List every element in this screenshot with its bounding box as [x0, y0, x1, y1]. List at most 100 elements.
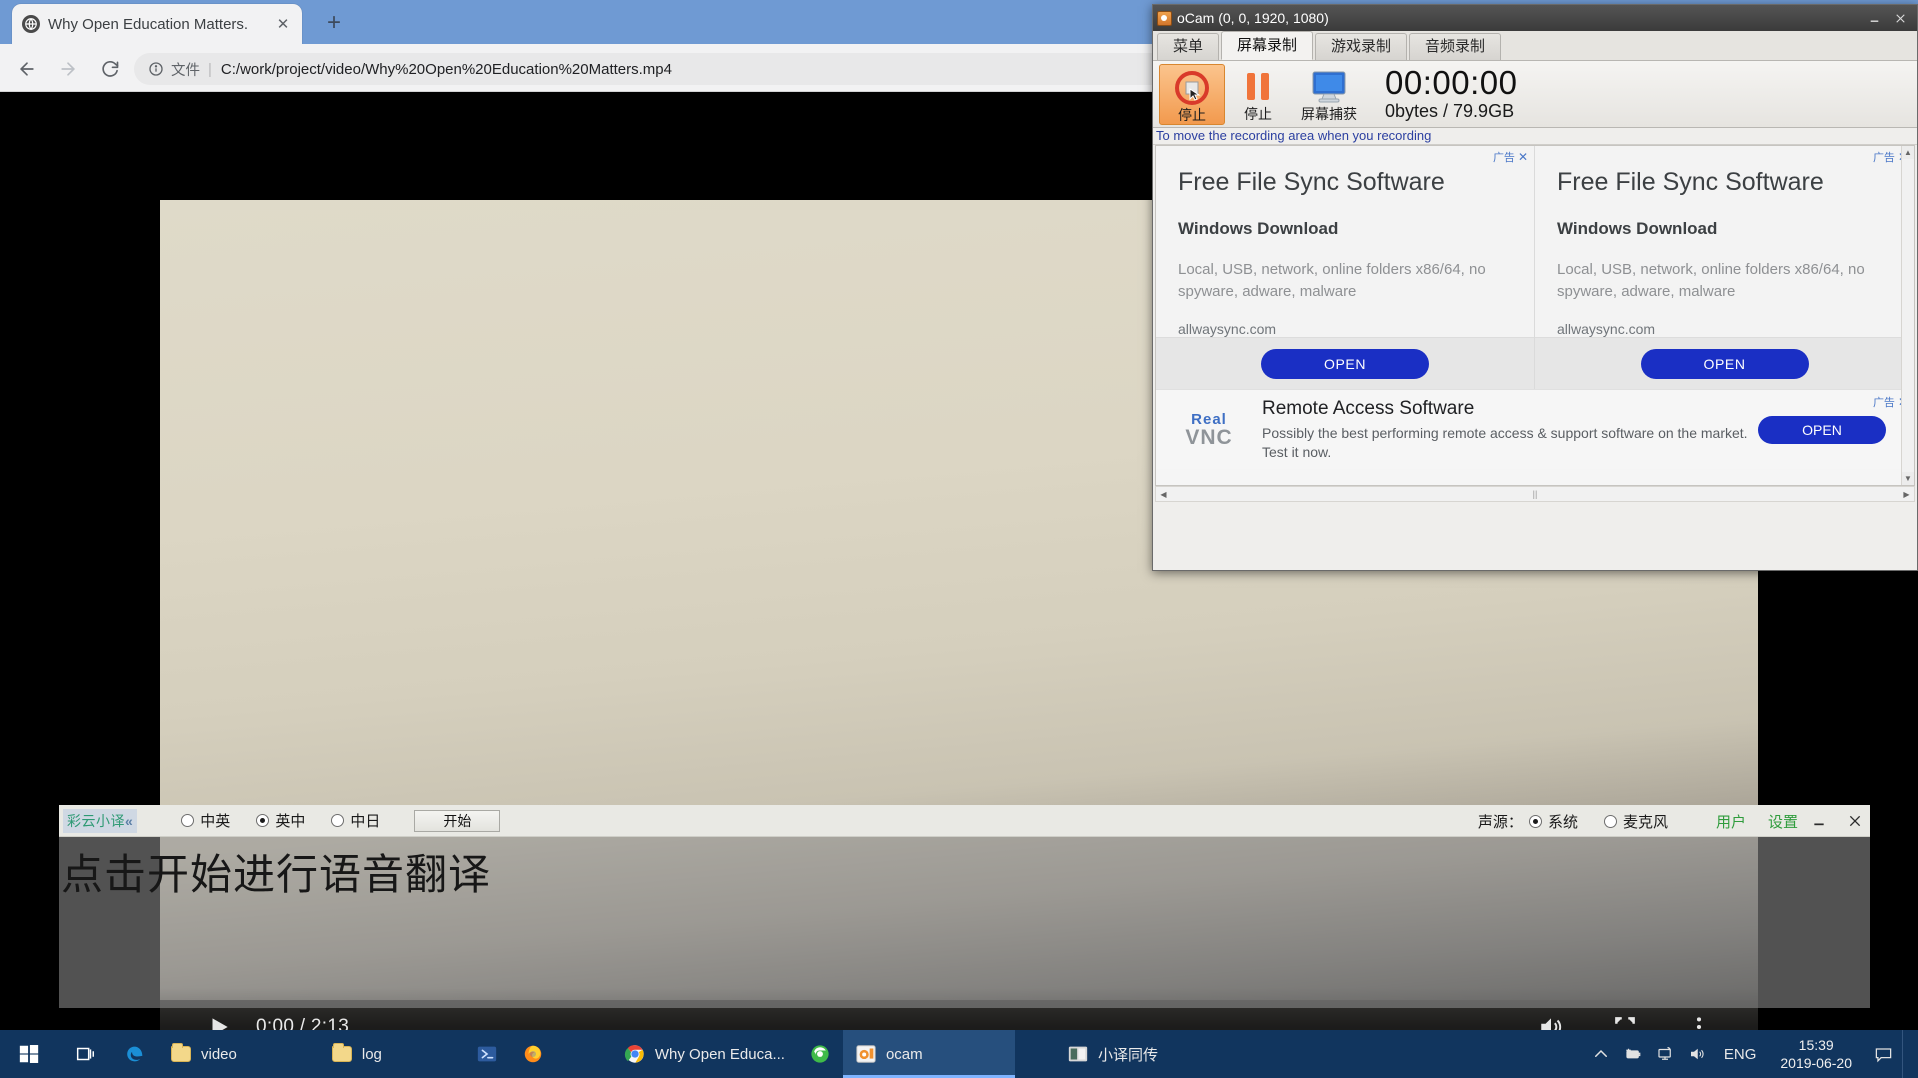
url-text: C:/work/project/video/Why%20Open%20Educa…	[220, 60, 672, 78]
notification-icon[interactable]	[1866, 1030, 1900, 1078]
radio-icon[interactable]	[181, 814, 195, 827]
network-icon[interactable]	[1650, 1030, 1680, 1078]
ad-description: Local, USB, network, online folders x86/…	[1557, 261, 1865, 300]
taskbar-item-log[interactable]: log	[319, 1030, 394, 1078]
ad-card[interactable]: 广告 ✕ Free File Sync Software Windows Dow…	[1156, 146, 1535, 389]
pause-label: 停止	[1244, 105, 1272, 122]
browser-tab[interactable]: Why Open Education Matters. ✕	[12, 4, 302, 44]
screen-capture-label: 屏幕捕获	[1301, 105, 1357, 122]
taskbar-item-firefox[interactable]	[510, 1030, 556, 1078]
ad-horizontal-scrollbar[interactable]: ◀ || ▶	[1155, 486, 1915, 502]
taskbar-item-label: Why Open Educa...	[654, 1045, 785, 1063]
taskbar-item-chrome[interactable]: Why Open Educa...	[612, 1030, 797, 1078]
ocam-app-icon	[1157, 10, 1172, 26]
taskbar-item-label: video	[201, 1045, 237, 1063]
taskbar-item-edge[interactable]	[112, 1030, 158, 1078]
taskbar-item-powershell[interactable]	[464, 1030, 510, 1078]
new-tab-button[interactable]: +	[320, 10, 348, 38]
ad-body: Free File Sync Software Windows Download…	[1535, 146, 1914, 337]
reload-button[interactable]	[95, 54, 125, 84]
ad-cta-row: OPEN	[1156, 337, 1534, 389]
radio-icon-selected[interactable]	[256, 814, 270, 827]
radio-icon-selected[interactable]	[1528, 814, 1542, 828]
mode-radio-zh-ja[interactable]: 中日	[331, 810, 380, 831]
recording-timer: 00:00:00	[1385, 64, 1518, 101]
scroll-up-icon[interactable]: ▲	[1902, 146, 1914, 159]
source-radio-microphone[interactable]: 麦克风	[1603, 811, 1668, 832]
ad-open-button[interactable]: OPEN	[1640, 348, 1809, 379]
mode-radio-en-zh[interactable]: 英中	[256, 810, 305, 831]
volume-icon[interactable]	[1682, 1030, 1712, 1078]
show-desktop-button[interactable]	[1902, 1030, 1912, 1078]
ad-open-button[interactable]: OPEN	[1261, 348, 1429, 379]
omnibox-separator: |	[208, 60, 212, 78]
forward-button[interactable]	[53, 54, 83, 84]
mode-radio-group: 中英 英中 中日 开始	[181, 809, 501, 832]
scroll-right-icon[interactable]: ▶	[1899, 487, 1914, 501]
brand-label: 彩云小译	[67, 812, 125, 829]
banner-headline[interactable]: Remote Access Software	[1262, 398, 1758, 420]
scroll-left-icon[interactable]: ◀	[1156, 487, 1171, 501]
ad-banner[interactable]: 广告 ✕ Real VNC Remote Access Software Pos…	[1156, 389, 1914, 469]
radio-icon[interactable]	[1603, 814, 1617, 828]
taskbar-item-xiaoyi[interactable]: 小译同传	[1055, 1030, 1170, 1078]
close-icon[interactable]: ✕	[274, 15, 292, 33]
translator-toolbar: 彩云小译« 中英 英中 中日 开始 声源： 系统 麦克风 用户 设置	[59, 805, 1870, 837]
source-radio-system[interactable]: 系统	[1528, 811, 1578, 832]
page-info-icon[interactable]	[148, 61, 164, 77]
edge-icon	[124, 1043, 146, 1065]
tab-audio-recording[interactable]: 音频录制	[1409, 33, 1502, 60]
close-icon[interactable]	[1887, 7, 1913, 29]
settings-link[interactable]: 设置	[1768, 811, 1798, 832]
ad-headline[interactable]: Free File Sync Software	[1557, 168, 1892, 197]
minimize-icon[interactable]	[1804, 807, 1834, 835]
ad-card[interactable]: 广告 ✕ Free File Sync Software Windows Dow…	[1535, 146, 1914, 389]
ad-headline[interactable]: Free File Sync Software	[1178, 168, 1512, 197]
stop-record-button[interactable]: 停止	[1159, 63, 1225, 125]
taskbar-item-ocam[interactable]: ocam	[842, 1030, 1015, 1078]
radio-icon[interactable]	[331, 814, 345, 827]
recording-status: 00:00:00 0bytes / 79.9GB	[1385, 66, 1517, 122]
clock[interactable]: 15:39 2019-06-20	[1768, 1036, 1864, 1072]
translator-brand[interactable]: 彩云小译«	[63, 808, 138, 833]
mode-label: 中日	[350, 813, 381, 830]
folder-icon	[170, 1043, 192, 1065]
scroll-thumb[interactable]: ||	[1533, 489, 1538, 499]
ad-tag-label: 广告	[1872, 152, 1895, 164]
translator-overlay: 彩云小译« 中英 英中 中日 开始 声源： 系统 麦克风 用户 设置 点击开始进…	[59, 805, 1870, 1008]
ad-vertical-scrollbar[interactable]: ▲ ▼	[1901, 146, 1914, 485]
start-button[interactable]: 开始	[414, 809, 501, 832]
taskbar-item-browser-green[interactable]	[797, 1030, 843, 1078]
start-icon[interactable]	[0, 1030, 58, 1078]
ad-cards-row: 广告 ✕ Free File Sync Software Windows Dow…	[1156, 146, 1914, 389]
ocam-window[interactable]: oCam (0, 0, 1920, 1080) 菜单 屏幕录制 游戏录制 音频录…	[1152, 4, 1918, 571]
screen-capture-button[interactable]: 屏幕捕获	[1291, 64, 1367, 125]
realvnc-logo-top: Real	[1191, 410, 1227, 428]
realvnc-logo-icon: Real VNC	[1174, 408, 1244, 452]
tab-game-recording[interactable]: 游戏录制	[1315, 33, 1408, 60]
battery-icon[interactable]	[1618, 1030, 1648, 1078]
mode-radio-zh-en[interactable]: 中英	[181, 810, 230, 831]
realvnc-logo-bottom: VNC	[1185, 425, 1233, 449]
taskbar-item-video[interactable]: video	[158, 1030, 249, 1078]
task-view-icon[interactable]	[58, 1030, 112, 1078]
ocam-titlebar[interactable]: oCam (0, 0, 1920, 1080)	[1153, 5, 1917, 31]
tab-screen-recording[interactable]: 屏幕录制	[1221, 31, 1314, 60]
banner-open-button[interactable]: OPEN	[1758, 415, 1886, 444]
ad-subheadline: Windows Download	[1178, 219, 1339, 238]
taskbar-item-label: ocam	[885, 1045, 923, 1063]
show-hidden-icons[interactable]	[1586, 1030, 1616, 1078]
ad-close-icon[interactable]: ✕	[1518, 150, 1528, 164]
minimize-icon[interactable]	[1861, 7, 1887, 29]
scroll-down-icon[interactable]: ▼	[1902, 472, 1914, 485]
language-indicator[interactable]: ENG	[1714, 1046, 1767, 1063]
clock-date: 2019-06-20	[1780, 1055, 1852, 1071]
collapse-chevron-icon[interactable]: «	[125, 813, 133, 829]
back-button[interactable]	[12, 54, 42, 84]
tab-menu[interactable]: 菜单	[1157, 33, 1220, 60]
close-icon[interactable]	[1840, 807, 1870, 835]
pause-button[interactable]: 停止	[1225, 64, 1291, 125]
user-link[interactable]: 用户	[1716, 811, 1746, 832]
system-tray: ENG 15:39 2019-06-20	[1586, 1030, 1918, 1078]
firefox-icon	[522, 1043, 544, 1065]
